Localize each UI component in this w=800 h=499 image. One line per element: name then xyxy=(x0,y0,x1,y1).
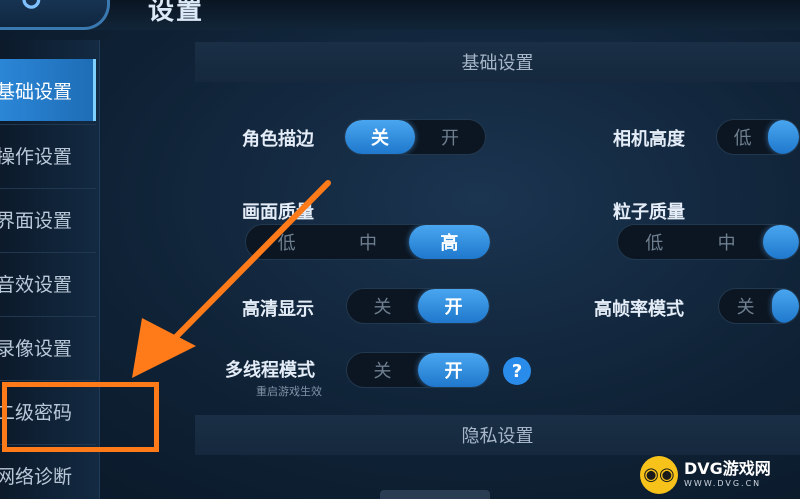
sidebar-item-replay[interactable]: 录像设置 xyxy=(0,316,96,378)
particle-option-high[interactable] xyxy=(762,225,799,259)
annotation-highlight-box xyxy=(2,382,159,452)
back-icon: ↺ xyxy=(20,0,44,17)
hd-display-toggle[interactable]: 关 开 xyxy=(346,288,490,324)
particle-option-low[interactable]: 低 xyxy=(618,225,690,259)
particle-quality-selector[interactable]: 低 中 xyxy=(617,224,800,260)
toggle-option-on[interactable]: 开 xyxy=(418,353,489,387)
high-fps-toggle[interactable]: 关 xyxy=(718,288,800,324)
setting-label-multithread: 多线程模式 xyxy=(225,360,315,381)
watermark-url: WWW.DVG.CN xyxy=(684,479,762,488)
toggle-option-off[interactable]: 关 xyxy=(719,289,772,323)
watermark-title: DVG游戏网 xyxy=(684,459,771,478)
multithread-toggle[interactable]: 关 开 xyxy=(346,352,490,388)
sidebar-item-sound[interactable]: 音效设置 xyxy=(0,252,96,314)
toggle-option-on[interactable] xyxy=(772,289,799,323)
sidebar-item-label: 界面设置 xyxy=(0,209,73,232)
picture-quality-selector[interactable]: 低 中 高 xyxy=(245,224,491,260)
setting-label-outline: 角色描边 xyxy=(242,129,314,150)
toggle-option-off[interactable]: 关 xyxy=(345,120,415,154)
section-header-basic: 基础设置 xyxy=(195,42,800,82)
sidebar-item-interface[interactable]: 界面设置 xyxy=(0,188,96,250)
toggle-option-high[interactable] xyxy=(768,120,799,154)
watermark: ◉◉ DVG游戏网 WWW.DVG.CN xyxy=(640,450,800,499)
setting-label-picture-quality: 画面质量 xyxy=(242,202,314,223)
quality-option-low[interactable]: 低 xyxy=(246,225,327,259)
sidebar-item-network[interactable]: 网络诊断 xyxy=(0,444,96,499)
setting-label-particle-quality: 粒子质量 xyxy=(613,202,685,223)
help-icon[interactable]: ? xyxy=(503,357,531,385)
sidebar-item-label: 录像设置 xyxy=(0,337,73,360)
sidebar-item-label: 音效设置 xyxy=(0,273,73,296)
watermark-logo-icon: ◉◉ xyxy=(640,455,678,494)
sidebar-item-label: 操作设置 xyxy=(0,145,73,168)
page-title: 设置 xyxy=(148,0,205,26)
sidebar-item-controls[interactable]: 操作设置 xyxy=(0,124,96,186)
toggle-option-on[interactable]: 开 xyxy=(415,120,485,154)
quality-option-high[interactable]: 高 xyxy=(408,225,490,259)
particle-option-mid[interactable]: 中 xyxy=(690,225,762,259)
sidebar-item-basic[interactable]: 基础设置 xyxy=(0,59,96,121)
toggle-option-on[interactable]: 开 xyxy=(418,289,489,323)
sidebar-item-label: 网络诊断 xyxy=(0,465,73,488)
top-bar xyxy=(0,0,800,30)
setting-label-camera-height: 相机高度 xyxy=(613,129,685,150)
setting-label-hd-display: 高清显示 xyxy=(242,299,314,320)
bottom-handle xyxy=(380,490,490,499)
section-header-privacy: 隐私设置 xyxy=(195,415,800,455)
setting-sublabel-multithread: 重启游戏生效 xyxy=(256,385,322,398)
toggle-option-off[interactable]: 关 xyxy=(347,353,418,387)
toggle-option-off[interactable]: 关 xyxy=(347,289,418,323)
outline-toggle[interactable]: 关 开 xyxy=(344,119,486,155)
back-button[interactable]: ↺ xyxy=(0,0,110,30)
quality-option-mid[interactable]: 中 xyxy=(327,225,408,259)
sidebar-item-label: 基础设置 xyxy=(0,80,73,103)
camera-height-toggle[interactable]: 低 xyxy=(716,119,800,155)
setting-label-high-fps: 高帧率模式 xyxy=(594,299,684,320)
toggle-option-low[interactable]: 低 xyxy=(717,120,768,154)
